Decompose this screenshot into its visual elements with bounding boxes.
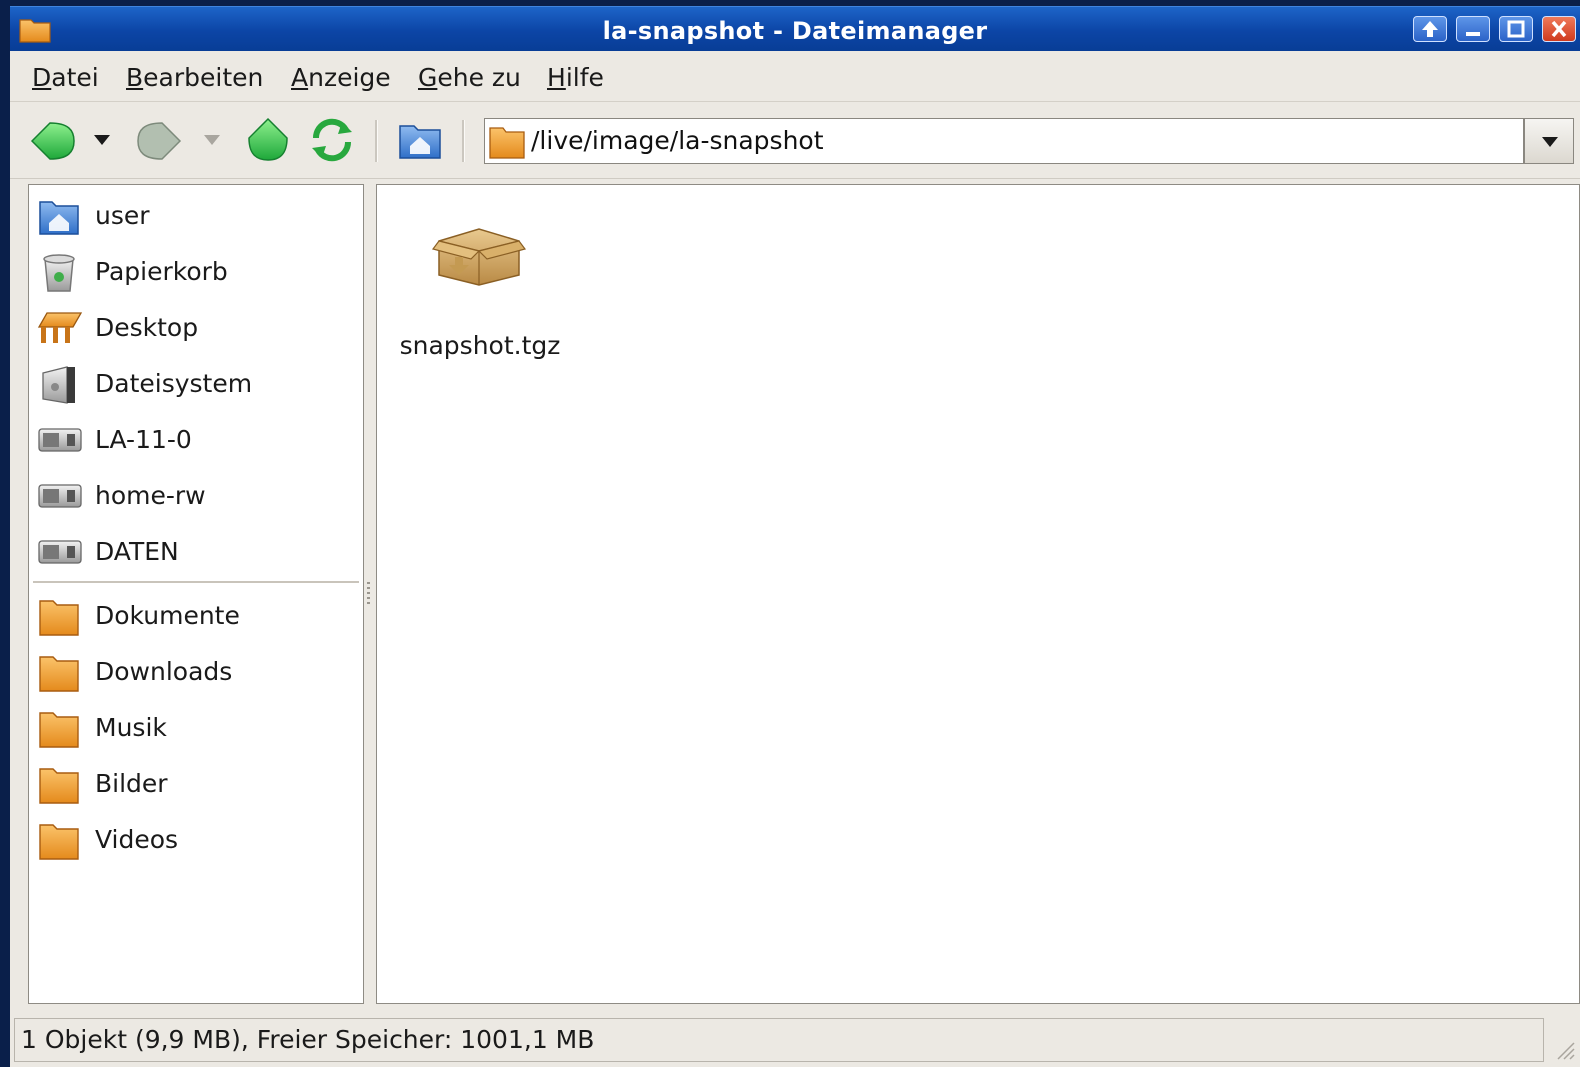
- folder-icon: [37, 707, 81, 753]
- sidebar-item-downloads[interactable]: Downloads: [29, 645, 359, 697]
- forward-icon: [137, 122, 182, 160]
- dropdown-arrow-icon: [204, 135, 220, 145]
- menu-bar: Datei Bearbeiten Anzeige Gehe zu Hilfe: [10, 51, 1580, 102]
- status-panel: 1 Objekt (9,9 MB), Freier Speicher: 1001…: [14, 1018, 1544, 1062]
- title-bar[interactable]: la-snapshot - Dateimanager: [10, 6, 1580, 51]
- folder-icon: [37, 763, 81, 809]
- sidebar-item-label: user: [95, 201, 150, 230]
- sidebar-item-label: Desktop: [95, 313, 199, 342]
- back-history-button[interactable]: [92, 132, 112, 151]
- menu-hilfe[interactable]: Hilfe: [547, 63, 604, 92]
- archive-icon: [431, 219, 527, 293]
- file-name: snapshot.tgz: [399, 331, 561, 360]
- sidebar-item-label: Downloads: [95, 657, 233, 686]
- maximize-icon: [1507, 20, 1525, 38]
- drive-icon: [37, 419, 83, 463]
- folder-icon: [487, 121, 527, 165]
- sidebar-item-label: Musik: [95, 713, 167, 742]
- file-view[interactable]: snapshot.tgz: [376, 184, 1580, 1004]
- back-button[interactable]: [28, 118, 78, 168]
- sidebar-item-label: Videos: [95, 825, 179, 854]
- sidebar-item-label: Dateisystem: [95, 369, 253, 398]
- sidebar-item-papierkorb[interactable]: Papierkorb: [29, 245, 359, 297]
- chevron-down-icon: [1542, 137, 1558, 147]
- sidebar-item-musik[interactable]: Musik: [29, 701, 359, 753]
- window-title: la-snapshot - Dateimanager: [602, 17, 988, 45]
- sidebar-item-label: LA-11-0: [95, 425, 192, 454]
- sidebar-item-bilder[interactable]: Bilder: [29, 757, 359, 809]
- drive-icon: [37, 475, 83, 519]
- side-pane: user Papierkorb Desktop Dateisystem LA-1…: [28, 184, 364, 1004]
- sidebar-item-videos[interactable]: Videos: [29, 813, 359, 865]
- maximize-button[interactable]: [1499, 16, 1533, 42]
- toolbar-separator: [462, 120, 465, 162]
- sidebar-item-la-11-0[interactable]: LA-11-0: [29, 413, 359, 465]
- sidebar-item-label: DATEN: [95, 537, 179, 566]
- home-icon: [399, 125, 441, 159]
- folder-icon: [37, 819, 81, 865]
- home-folder-icon: [37, 195, 81, 241]
- folder-icon: [37, 595, 81, 641]
- pane-resize-handle[interactable]: [367, 582, 370, 606]
- file-item-snapshot[interactable]: snapshot.tgz: [385, 219, 575, 360]
- minimize-icon: [1466, 32, 1480, 36]
- sidebar-item-label: home-rw: [95, 481, 206, 510]
- sidebar-item-dateisystem[interactable]: Dateisystem: [29, 357, 359, 409]
- drive-icon: [37, 531, 83, 575]
- arrow-up-icon: [1422, 21, 1438, 37]
- sidebar-item-dokumente[interactable]: Dokumente: [29, 589, 359, 641]
- status-text: 1 Objekt (9,9 MB), Freier Speicher: 1001…: [21, 1025, 595, 1054]
- resize-grip-icon[interactable]: [1554, 1039, 1576, 1065]
- menu-bearbeiten[interactable]: Bearbeiten: [126, 63, 263, 92]
- back-icon: [30, 122, 75, 160]
- toolbar-separator: [375, 120, 378, 162]
- menu-datei[interactable]: Datei: [32, 63, 99, 92]
- dropdown-arrow-icon: [94, 135, 110, 145]
- sidebar-item-user[interactable]: user: [29, 189, 359, 241]
- up-button[interactable]: [244, 116, 292, 168]
- sidebar-item-desktop[interactable]: Desktop: [29, 301, 359, 353]
- status-bar: 1 Objekt (9,9 MB), Freier Speicher: 1001…: [10, 1016, 1580, 1067]
- trash-icon: [37, 251, 81, 299]
- folder-icon: [37, 651, 81, 697]
- sidebar-item-label: Dokumente: [95, 601, 240, 630]
- menu-anzeige[interactable]: Anzeige: [291, 63, 391, 92]
- close-button[interactable]: [1542, 16, 1576, 42]
- sidebar-item-label: Papierkorb: [95, 257, 228, 286]
- sidebar-separator: [33, 581, 359, 583]
- menu-gehe-zu[interactable]: Gehe zu: [418, 63, 521, 92]
- location-path[interactable]: /live/image/la-snapshot: [531, 126, 824, 155]
- toolbar: /live/image/la-snapshot: [10, 102, 1580, 179]
- desktop-icon: [37, 307, 83, 351]
- shade-button[interactable]: [1413, 16, 1447, 42]
- file-manager-window: la-snapshot - Dateimanager Datei Bearbei…: [10, 6, 1580, 1067]
- reload-button[interactable]: [308, 116, 356, 168]
- location-bar[interactable]: /live/image/la-snapshot: [484, 118, 1524, 164]
- location-dropdown-button[interactable]: [1524, 118, 1574, 164]
- up-icon: [248, 117, 288, 161]
- reload-icon: [312, 118, 352, 162]
- filesystem-icon: [37, 363, 81, 411]
- sidebar-item-daten[interactable]: DATEN: [29, 525, 359, 577]
- home-button[interactable]: [396, 116, 444, 168]
- sidebar-item-home-rw[interactable]: home-rw: [29, 469, 359, 521]
- forward-button[interactable]: [134, 118, 184, 168]
- forward-history-button[interactable]: [202, 132, 222, 151]
- close-icon: [1551, 20, 1567, 38]
- minimize-button[interactable]: [1456, 16, 1490, 42]
- sidebar-item-label: Bilder: [95, 769, 168, 798]
